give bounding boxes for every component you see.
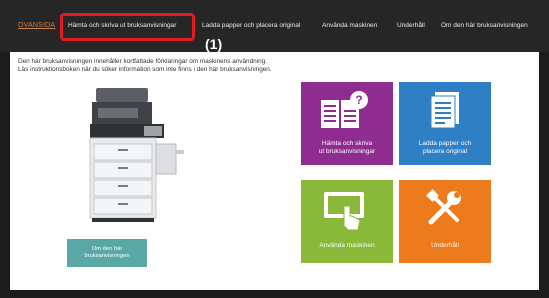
tile-load-paper-label-1: Ladda papper och bbox=[418, 140, 472, 147]
tile-download-manuals[interactable]: ? Hämta och skriva ut bruksanvisningar bbox=[301, 82, 393, 165]
tile-download-label-1: Hämta och skriva bbox=[321, 140, 373, 147]
active-nav-highlight bbox=[60, 13, 195, 41]
intro-line-1: Den här bruksanvisningen innehåller kort… bbox=[18, 58, 268, 65]
about-button-line-2: bruksanvisningen bbox=[84, 253, 130, 259]
tile-load-paper-label-2: placera original bbox=[422, 148, 468, 156]
document-stack-icon bbox=[430, 92, 459, 129]
main-panel: Den här bruksanvisningen innehåller kort… bbox=[10, 52, 539, 290]
top-navigation-bar: OVANSIDA Hämta och skriva ut bruksanvisn… bbox=[0, 0, 549, 52]
nav-use-machine[interactable]: Använda maskinen bbox=[322, 22, 377, 29]
tools-icon bbox=[426, 189, 461, 225]
tile-download-label-2: ut bruksanvisningar bbox=[318, 148, 376, 156]
manual-question-icon: ? bbox=[321, 91, 368, 128]
about-button-line-1: Om den här bbox=[91, 245, 123, 252]
tile-use-machine-label: Använda maskinen bbox=[319, 242, 375, 249]
touch-screen-icon bbox=[324, 192, 364, 231]
intro-text: Den här bruksanvisningen innehåller kort… bbox=[18, 58, 272, 75]
home-link[interactable]: OVANSIDA bbox=[18, 22, 55, 29]
nav-load-paper[interactable]: Ladda papper och placera original bbox=[202, 22, 300, 29]
tile-use-machine[interactable]: Använda maskinen bbox=[301, 180, 393, 263]
about-manual-button[interactable]: Om den här bruksanvisningen bbox=[67, 239, 147, 267]
nav-maintenance[interactable]: Underhåll bbox=[397, 22, 425, 29]
bottom-strip bbox=[0, 290, 549, 298]
tile-maintenance[interactable]: Underhåll bbox=[399, 180, 491, 263]
intro-line-2: Läs instruktionsboken när du söker infor… bbox=[18, 66, 272, 74]
callout-label: (1) bbox=[205, 36, 223, 52]
nav-about-manual[interactable]: Om den här bruksanvisningen bbox=[441, 22, 528, 29]
tile-maintenance-label: Underhåll bbox=[431, 242, 459, 249]
svg-text:?: ? bbox=[355, 93, 362, 107]
tile-load-paper[interactable]: Ladda papper och placera original bbox=[399, 82, 491, 165]
printer-illustration-icon bbox=[89, 88, 184, 222]
